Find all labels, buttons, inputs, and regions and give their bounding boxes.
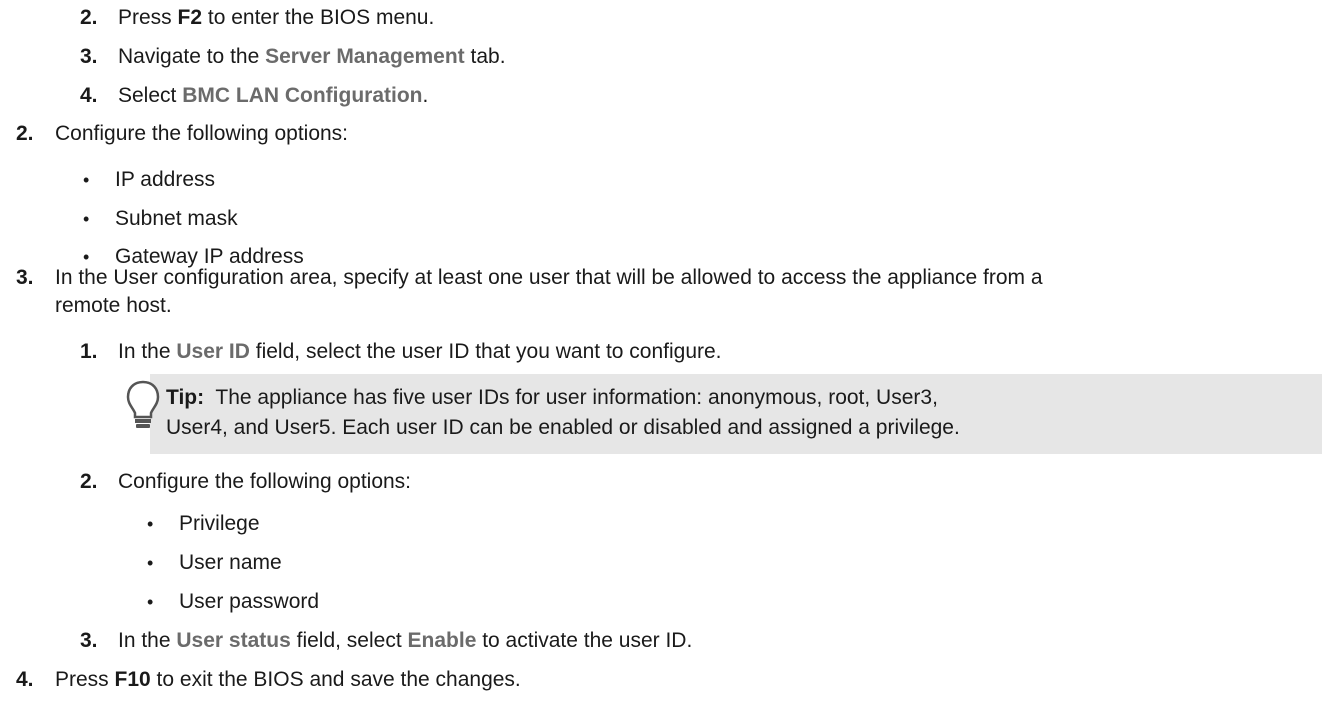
option-text: Privilege xyxy=(179,512,260,535)
step-text: Select BMC LAN Configuration. xyxy=(118,84,429,107)
step-text: Configure the following options: xyxy=(55,122,349,145)
ui-term-bmc-lan-configuration: BMC LAN Configuration xyxy=(182,84,423,107)
bullet: • xyxy=(147,592,154,612)
step-text: Navigate to the Server Management tab. xyxy=(118,45,506,68)
step-number: 2. xyxy=(80,470,98,493)
key-f10: F10 xyxy=(114,668,151,691)
step-number: 3. xyxy=(80,629,98,652)
tip-text-continued: User4, and User5. Each user ID can be en… xyxy=(166,416,960,439)
document-page: 2. Press F2 to enter the BIOS menu. 3. N… xyxy=(0,0,1332,706)
tip-callout: Tip: The appliance has five user IDs for… xyxy=(126,374,1322,454)
bullet: • xyxy=(83,209,90,229)
ui-term-user-id: User ID xyxy=(176,340,250,363)
ui-term-server-management: Server Management xyxy=(265,45,465,68)
step-text: Press F2 to enter the BIOS menu. xyxy=(118,6,435,29)
ui-term-enable: Enable xyxy=(407,629,477,652)
bullet: • xyxy=(147,514,154,534)
bullet: • xyxy=(147,553,154,573)
step-number: 3. xyxy=(16,266,34,289)
step-text: Configure the following options: xyxy=(118,470,412,493)
key-f2: F2 xyxy=(177,6,203,29)
step-number: 2. xyxy=(80,6,98,29)
lightbulb-icon xyxy=(126,380,160,428)
option-text: Subnet mask xyxy=(115,207,238,230)
step-number: 2. xyxy=(16,122,34,145)
tip-label: Tip: xyxy=(166,386,205,409)
step-text: In the User ID field, select the user ID… xyxy=(118,340,722,363)
ui-term-user-status: User status xyxy=(176,629,291,652)
step-number: 1. xyxy=(80,340,98,363)
step-text: In the User configuration area, specify … xyxy=(55,266,1043,289)
step-number: 3. xyxy=(80,45,98,68)
option-text: User name xyxy=(179,551,282,574)
tip-text: Tip: The appliance has five user IDs for… xyxy=(166,386,938,409)
step-text: Press F10 to exit the BIOS and save the … xyxy=(55,668,521,691)
option-text: User password xyxy=(179,590,320,613)
option-text: IP address xyxy=(115,168,216,191)
step-number: 4. xyxy=(16,668,34,691)
step-number: 4. xyxy=(80,84,98,107)
step-text: In the User status field, select Enable … xyxy=(118,629,693,652)
step-text: remote host. xyxy=(55,294,172,317)
bullet: • xyxy=(83,170,90,190)
